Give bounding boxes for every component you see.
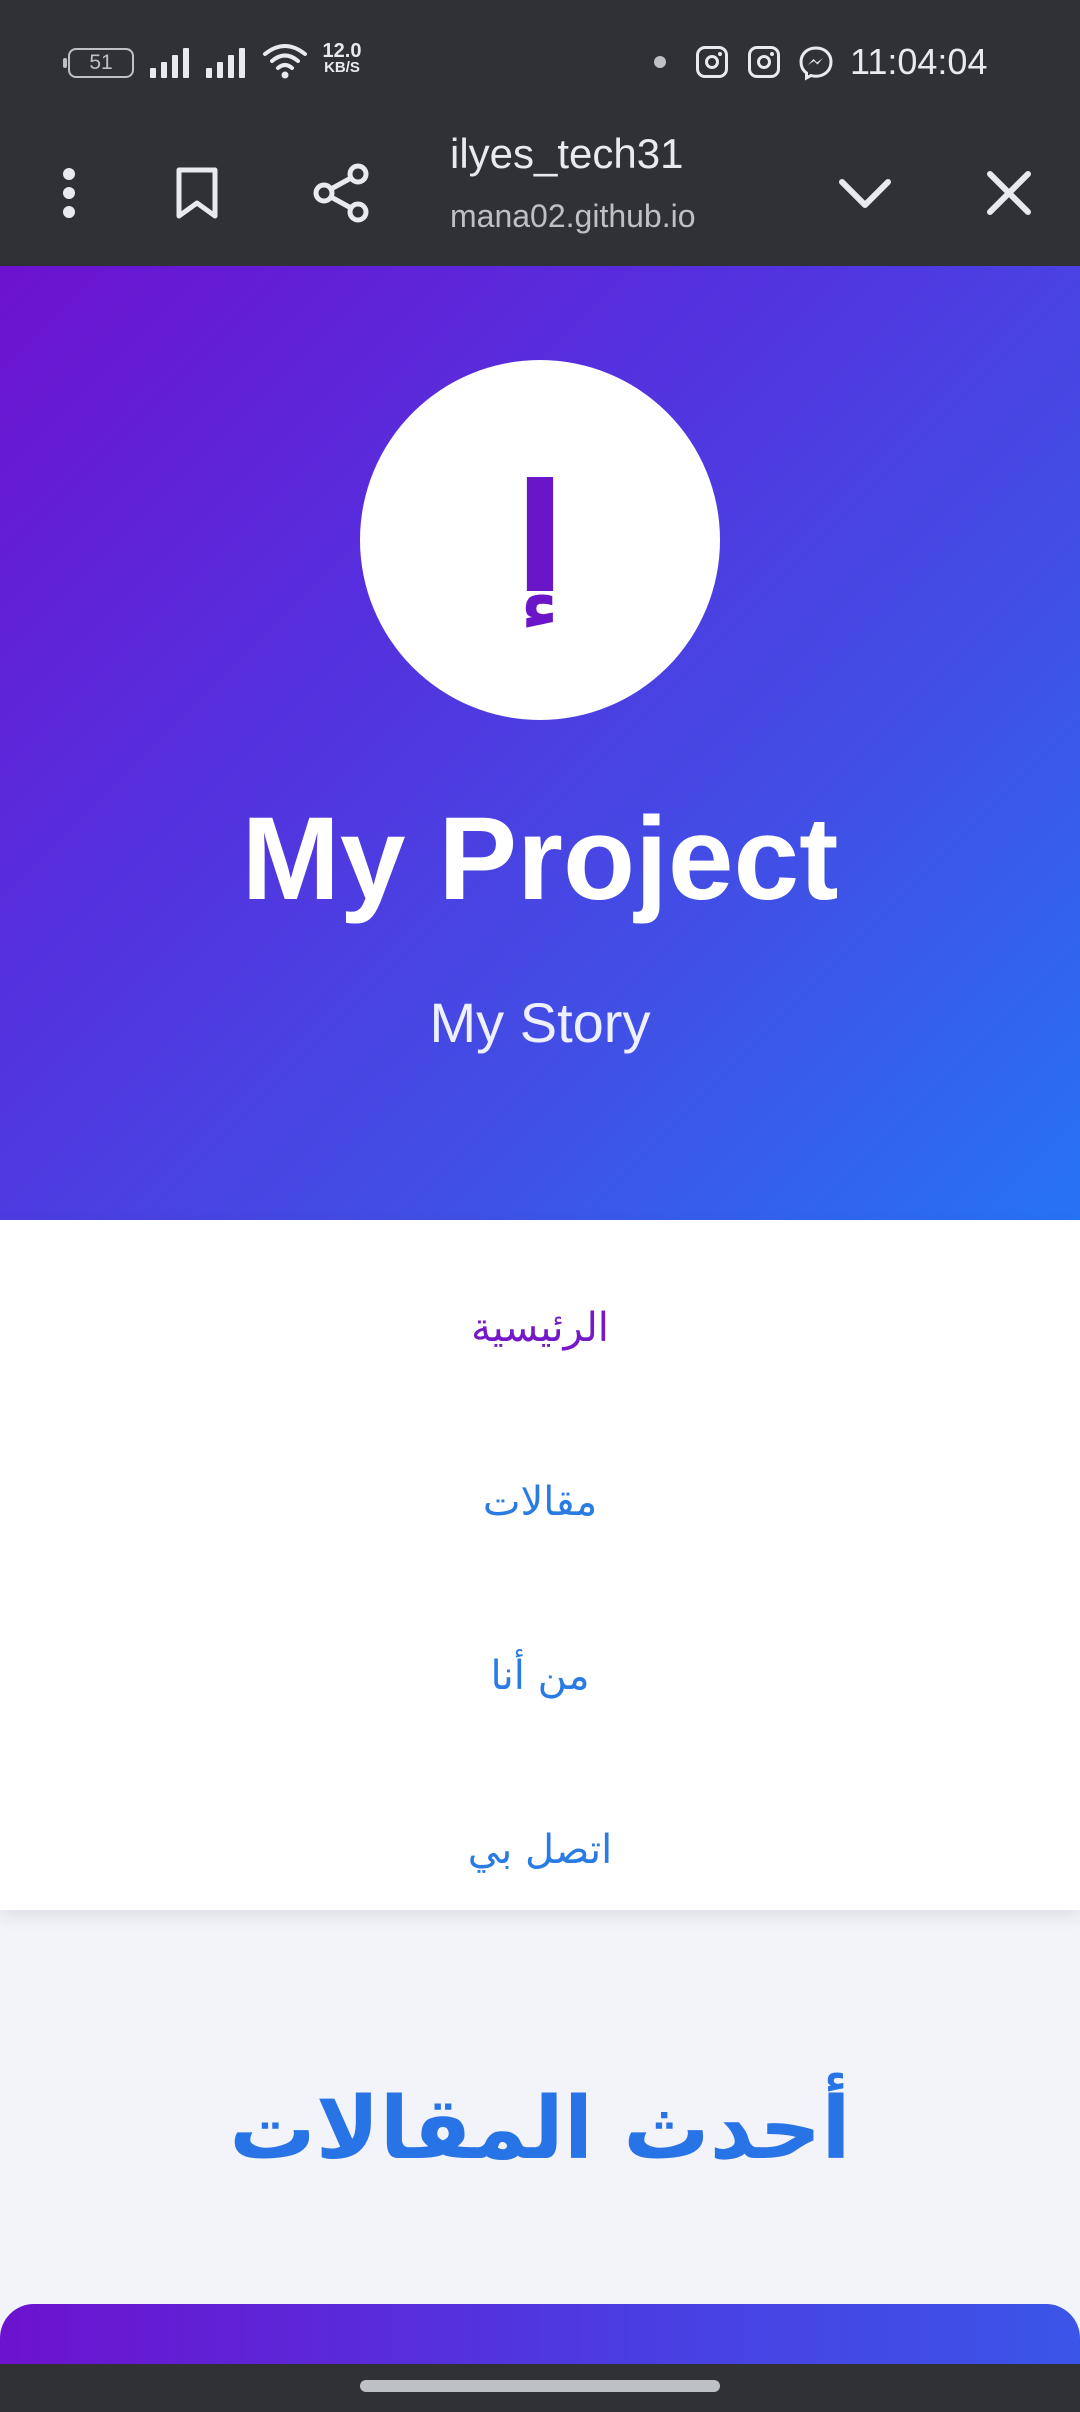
page-domain: mana02.github.io	[450, 198, 696, 234]
avatar: إ	[360, 360, 720, 720]
page-title: ilyes_tech31	[450, 130, 684, 177]
network-speed-value: 12.0	[322, 40, 362, 62]
messenger-icon	[799, 46, 833, 81]
close-button[interactable]	[964, 148, 1054, 238]
share-button[interactable]	[296, 148, 386, 238]
battery-indicator: 51	[63, 48, 134, 78]
nav-item-home[interactable]: الرئيسية	[0, 1268, 1080, 1388]
signal-icon	[150, 46, 194, 78]
status-bar: 51 12.0 KB/S 11:04:04	[0, 0, 1080, 124]
nav-item-about[interactable]: من أنا	[0, 1616, 1080, 1736]
gesture-bar	[0, 2364, 1080, 2412]
more-options-button[interactable]	[24, 148, 114, 238]
close-icon	[987, 171, 1031, 215]
latest-articles-heading: أحدث المقالات	[229, 2079, 851, 2179]
network-speed-unit: KB/S	[324, 59, 360, 76]
gesture-handle[interactable]	[360, 2380, 720, 2392]
signal-icon	[206, 46, 250, 78]
hero-banner: إ My Project My Story	[0, 266, 1080, 1220]
nav-item-contact[interactable]: اتصل بي	[0, 1790, 1080, 1910]
url-area[interactable]: ilyes_tech31 mana02.github.io	[440, 124, 790, 266]
share-icon	[313, 163, 369, 223]
clock: 11:04:04	[850, 41, 988, 82]
browser-toolbar: ilyes_tech31 mana02.github.io	[0, 124, 1080, 266]
nav-menu: الرئيسية مقالات من أنا اتصل بي	[0, 1220, 1080, 1910]
chevron-down-icon	[839, 179, 891, 208]
instagram-icon	[748, 46, 780, 78]
site-title: My Project	[241, 793, 839, 925]
minimize-button[interactable]	[820, 148, 910, 238]
instagram-icon	[696, 46, 728, 78]
nav-item-articles[interactable]: مقالات	[0, 1442, 1080, 1562]
wifi-icon	[263, 44, 307, 79]
page: 51 12.0 KB/S 11:04:04 ilyes_tech31 mana0…	[0, 0, 1080, 2412]
bookmark-button[interactable]	[152, 148, 242, 238]
site-subtitle: My Story	[429, 991, 651, 1054]
bookmark-icon	[176, 167, 218, 219]
more-vert-icon	[63, 168, 75, 218]
avatar-letter: إ	[514, 453, 566, 627]
network-speed: 12.0 KB/S	[318, 40, 366, 76]
dot-icon	[654, 56, 666, 68]
